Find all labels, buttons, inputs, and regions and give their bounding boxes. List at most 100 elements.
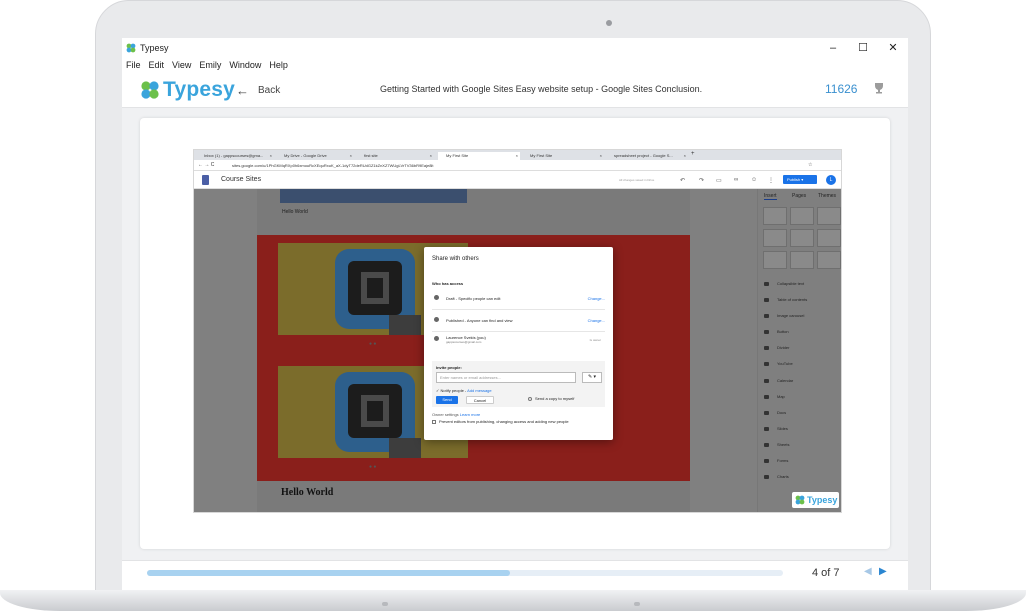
site-name[interactable]: Course Sites	[221, 176, 261, 183]
prev-page-icon[interactable]: ◀	[864, 566, 872, 577]
panel-item-button[interactable]: Button	[764, 329, 789, 334]
typesy-watermark-icon	[795, 495, 805, 505]
layout-option[interactable]	[817, 207, 841, 225]
publish-button[interactable]: Publish ▾	[783, 175, 817, 184]
browser-tab[interactable]: spreadsheet project - Google S... ×	[606, 152, 688, 160]
typesy-app-icon	[126, 43, 136, 53]
trophy-icon[interactable]	[872, 81, 886, 95]
watermark-text: Typesy	[807, 495, 838, 505]
draft-access-row: Draft - Specific people can edit Change.…	[432, 293, 605, 304]
window-title: Typesy	[140, 43, 169, 53]
panel-item-collapsible-text[interactable]: Collapsible text	[764, 281, 804, 286]
typesy-logo[interactable]: Typesy	[140, 78, 235, 102]
hello-world-heading: Hello World	[281, 487, 334, 498]
owner-row: Laurence Svekis (you) gappscourses@gmail…	[432, 334, 605, 348]
lesson-title: Getting Started with Google Sites Easy w…	[380, 84, 703, 94]
globe-icon	[434, 317, 439, 322]
share-icon[interactable]: ☺	[751, 177, 757, 183]
layout-option[interactable]	[763, 207, 787, 225]
link-icon[interactable]: ∞	[734, 177, 738, 183]
layout-option[interactable]	[817, 229, 841, 247]
panel-item-forms[interactable]: Forms	[764, 458, 788, 463]
send-copy-radio[interactable]: Send a copy to myself	[528, 396, 574, 401]
minimize-button[interactable]: –	[818, 38, 848, 58]
browser-tab[interactable]: My Drive - Google Drive ×	[276, 152, 354, 160]
insert-panel: Insert Pages Themes Collapsible text Tab…	[757, 189, 841, 512]
panel-item-map[interactable]: Map	[764, 394, 785, 399]
url-text: sites.google.com/u/1PhGKMqRXp0h6xmouRcXE…	[232, 163, 434, 168]
panel-item-youtube[interactable]: YouTube	[764, 361, 793, 366]
notify-checkbox[interactable]: ✓ Notify people - Add message	[436, 388, 492, 393]
address-bar[interactable]: ← → C sites.google.com/u/1PhGKMqRXp0h6xm…	[194, 160, 841, 171]
layout-option[interactable]	[817, 251, 841, 269]
lesson-progress-bar	[147, 570, 783, 576]
panel-item-charts[interactable]: Charts	[764, 474, 789, 479]
invite-label: Invite people:	[436, 365, 462, 370]
menu-edit[interactable]: Edit	[149, 58, 165, 72]
laptop-foot-right	[634, 602, 640, 606]
back-label: Back	[258, 85, 281, 96]
panel-item-sheets[interactable]: Sheets	[764, 442, 789, 447]
tab-insert[interactable]: Insert	[764, 193, 777, 200]
share-dialog: Share with others Who has access Draft -…	[424, 247, 613, 440]
person-icon	[434, 336, 439, 341]
more-icon[interactable]: ⋮	[768, 177, 774, 184]
change-published-link[interactable]: Change...	[588, 318, 605, 323]
layout-option[interactable]	[763, 229, 787, 247]
close-button[interactable]: ✕	[878, 38, 908, 58]
presenter-image	[389, 315, 421, 335]
app-header: Typesy ← Back Getting Started with Googl…	[122, 72, 908, 108]
maximize-button[interactable]: ☐	[848, 38, 878, 58]
next-page-icon[interactable]: ▶	[879, 566, 887, 577]
browser-tab[interactable]: Inbox (1) - gappscourses@gma... ×	[196, 152, 274, 160]
panel-item-calendar[interactable]: Calendar	[764, 378, 793, 383]
lesson-card: Inbox (1) - gappscourses@gma... × My Driv…	[140, 118, 890, 549]
undo-icon[interactable]: ↶	[680, 177, 685, 184]
browser-tab[interactable]: first site ×	[356, 152, 434, 160]
learn-more-link[interactable]: Learn more	[460, 412, 480, 417]
sites-toolbar: Course Sites All changes saved in Drive …	[194, 171, 841, 189]
header-image	[280, 189, 467, 203]
browser-tab[interactable]: My First Site ×	[522, 152, 604, 160]
invite-input[interactable]: Enter names or email addresses...	[436, 372, 576, 383]
arrow-left-icon: ←	[236, 83, 249, 98]
progress-fill	[147, 570, 510, 576]
prevent-editors-checkbox[interactable]: Prevent editors from publishing, changin…	[432, 419, 569, 424]
layout-option[interactable]	[790, 229, 814, 247]
panel-item-table-of-contents[interactable]: Table of contents	[764, 297, 807, 302]
panel-item-docs[interactable]: Docs	[764, 410, 786, 415]
redo-icon[interactable]: ↷	[699, 177, 704, 184]
carousel-dots[interactable]: ● ●	[369, 464, 376, 470]
new-tab-icon[interactable]: +	[691, 151, 695, 157]
star-icon[interactable]: ☆	[808, 162, 812, 168]
nav-arrows-icon[interactable]: ← → C	[198, 162, 214, 168]
menu-view[interactable]: View	[172, 58, 191, 72]
cancel-button[interactable]: Cancel	[466, 396, 494, 404]
send-button[interactable]: Send	[436, 396, 458, 404]
menu-emily[interactable]: Emily	[199, 58, 221, 72]
menu-window[interactable]: Window	[229, 58, 261, 72]
panel-item-slides[interactable]: Slides	[764, 426, 788, 431]
sites-doc-icon[interactable]	[202, 175, 209, 185]
change-draft-link[interactable]: Change...	[588, 296, 605, 301]
browser-tab-active[interactable]: My First Site ×	[438, 152, 520, 160]
add-message-link[interactable]: Add message	[467, 388, 491, 393]
menu-bar: File Edit View Emily Window Help	[122, 58, 908, 72]
typesy-watermark: Typesy	[792, 492, 839, 508]
carousel-dots[interactable]: ● ●	[369, 341, 376, 347]
back-button[interactable]: ← Back	[236, 83, 280, 98]
tab-pages[interactable]: Pages	[792, 193, 806, 199]
menu-help[interactable]: Help	[269, 58, 288, 72]
avatar[interactable]: L	[826, 175, 836, 185]
panel-item-divider[interactable]: Divider	[764, 345, 789, 350]
menu-file[interactable]: File	[126, 58, 141, 72]
panel-item-image-carousel[interactable]: Image carousel	[764, 313, 804, 318]
layout-option[interactable]	[763, 251, 787, 269]
preview-icon[interactable]: ▭	[716, 177, 722, 184]
tab-themes[interactable]: Themes	[818, 193, 836, 199]
layout-option[interactable]	[790, 251, 814, 269]
pencil-icon[interactable]: ✎ ▾	[582, 372, 602, 383]
layout-option[interactable]	[790, 207, 814, 225]
owner-settings: Owner settings Learn more	[432, 412, 481, 417]
laptop-foot-left	[382, 602, 388, 606]
